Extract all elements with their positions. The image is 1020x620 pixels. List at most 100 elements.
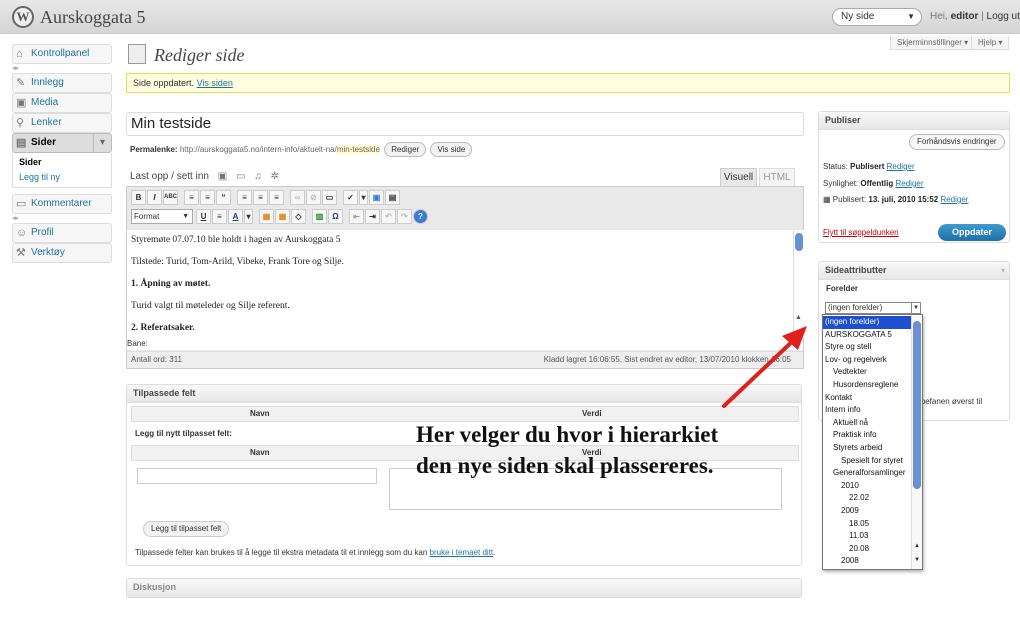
- parent-option[interactable]: Vedtekter: [823, 366, 912, 379]
- blockquote-button[interactable]: “: [216, 190, 231, 205]
- redo-button[interactable]: ↷: [397, 209, 412, 224]
- add-video-icon[interactable]: ▭: [236, 171, 245, 182]
- post-title-input[interactable]: Min testside: [126, 112, 804, 136]
- parent-option[interactable]: 20.08: [823, 543, 912, 556]
- parent-dropdown-list[interactable]: (ingen forelder) AURSKOGGATA 5 Styre og st…: [822, 314, 923, 570]
- align-center-button[interactable]: ≡: [253, 190, 268, 205]
- tab-html[interactable]: HTML: [759, 168, 795, 186]
- sidebar-item-posts[interactable]: ✎ Innlegg: [12, 73, 112, 93]
- sidebar-item-dashboard[interactable]: ⌂ Kontrollpanel: [12, 44, 112, 64]
- outdent-button[interactable]: ⇤: [349, 209, 364, 224]
- insert-media-button[interactable]: ▥: [312, 209, 327, 224]
- chevron-down-icon[interactable]: ▾: [1001, 266, 1005, 275]
- add-audio-icon[interactable]: ♫: [254, 171, 262, 182]
- paste-text-button[interactable]: ▦: [259, 209, 274, 224]
- view-page-link[interactable]: Vis siden: [197, 78, 233, 88]
- underline-button[interactable]: U: [196, 209, 211, 224]
- parent-option[interactable]: AURSKOGGATA 5: [823, 329, 912, 342]
- parent-option[interactable]: (ingen forelder): [823, 316, 912, 329]
- view-page-button[interactable]: Vis side: [430, 142, 473, 157]
- sidebar-item-pages[interactable]: ▤ Sider ▾: [12, 133, 112, 153]
- text-color-dropdown-icon[interactable]: ▾: [244, 209, 253, 224]
- permalink-slug[interactable]: min-testside: [336, 145, 380, 154]
- strikethrough-button[interactable]: ABC: [163, 190, 178, 205]
- align-left-button[interactable]: ≡: [237, 190, 252, 205]
- fullscreen-button[interactable]: ▣: [369, 190, 384, 205]
- chevron-down-icon[interactable]: ▾: [93, 134, 111, 152]
- paste-word-button[interactable]: ▦: [275, 209, 290, 224]
- parent-option[interactable]: Kontakt: [823, 392, 912, 405]
- link-button[interactable]: ∞: [290, 190, 305, 205]
- help-button[interactable]: Hjelp ▾: [971, 36, 1010, 50]
- editor-content[interactable]: Styremøte 07.07.10 ble holdt i hagen av …: [127, 230, 795, 338]
- parent-option[interactable]: Aktuell nå: [823, 417, 912, 430]
- edit-visibility-link[interactable]: Rediger: [896, 179, 924, 188]
- move-to-trash-link[interactable]: Flytt til søppeldunken: [823, 228, 899, 237]
- undo-button[interactable]: ↶: [381, 209, 396, 224]
- sidebar-item-links[interactable]: ⚲ Lenker: [12, 113, 112, 133]
- discussion-box[interactable]: Diskusjon: [126, 578, 802, 598]
- bold-button[interactable]: B: [131, 190, 146, 205]
- help-icon[interactable]: ?: [413, 209, 428, 224]
- sidebar-item-comments[interactable]: ▭ Kommentarer: [12, 194, 112, 214]
- align-right-button[interactable]: ≡: [269, 190, 284, 205]
- numbered-list-button[interactable]: ≡: [200, 190, 215, 205]
- parent-option[interactable]: 22.02: [823, 492, 912, 505]
- tab-visual[interactable]: Visuell: [720, 168, 757, 186]
- kitchen-sink-button[interactable]: ▤: [385, 190, 400, 205]
- scrollbar-thumb[interactable]: [795, 233, 803, 251]
- custom-fields-title[interactable]: Tilpassede felt: [127, 385, 801, 403]
- user-name-link[interactable]: editor: [951, 11, 979, 22]
- site-title[interactable]: Aurskoggata 5: [40, 7, 145, 28]
- scroll-down-icon[interactable]: ▼: [914, 557, 920, 563]
- more-tag-button[interactable]: ▭: [322, 190, 337, 205]
- parent-option[interactable]: Generalforsamlinger: [823, 467, 912, 480]
- wordpress-logo-icon[interactable]: W: [12, 6, 34, 28]
- submenu-item-add-new[interactable]: Legg til ny: [19, 170, 105, 185]
- parent-option[interactable]: 18.05: [823, 518, 912, 531]
- sidebar-item-tools[interactable]: ⚒ Verktøy: [12, 243, 112, 263]
- bullet-list-button[interactable]: ≡: [184, 190, 199, 205]
- remove-format-button[interactable]: ◇: [291, 209, 306, 224]
- theme-link[interactable]: bruke i temaet ditt: [430, 548, 494, 557]
- parent-option[interactable]: Husordensreglene: [823, 379, 912, 392]
- sidebar-item-profile[interactable]: ☺ Profil: [12, 223, 112, 243]
- add-custom-field-button[interactable]: Legg til tilpasset felt: [143, 521, 230, 537]
- unlink-button[interactable]: ⊘: [306, 190, 321, 205]
- parent-option[interactable]: Praktisk info: [823, 429, 912, 442]
- sidebar-item-media[interactable]: ▣ Media: [12, 93, 112, 113]
- edit-status-link[interactable]: Rediger: [887, 162, 915, 171]
- new-page-select[interactable]: Ny side ▼: [832, 8, 922, 26]
- publish-title[interactable]: Publiser: [819, 112, 1009, 130]
- parent-option[interactable]: 2008: [823, 555, 912, 568]
- spellcheck-button[interactable]: ✓: [343, 190, 358, 205]
- update-button[interactable]: Oppdater: [938, 224, 1006, 241]
- edit-date-link[interactable]: Rediger: [940, 195, 968, 204]
- add-media-icon[interactable]: ✲: [270, 171, 278, 182]
- scroll-up-icon[interactable]: ▲: [795, 314, 802, 321]
- parent-option[interactable]: Intern info: [823, 404, 912, 417]
- parent-option[interactable]: Spesielt for styret: [823, 455, 912, 468]
- parent-option[interactable]: Lov- og regelverk: [823, 354, 912, 367]
- justify-button[interactable]: ≡: [212, 209, 227, 224]
- add-image-icon[interactable]: ▣: [218, 171, 227, 182]
- parent-option[interactable]: Styre og stell: [823, 341, 912, 354]
- text-color-button[interactable]: A: [228, 209, 243, 224]
- logout-link[interactable]: Logg ut: [987, 11, 1020, 22]
- parent-select[interactable]: (ingen forelder) ▼: [825, 302, 921, 314]
- special-char-button[interactable]: Ω: [328, 209, 343, 224]
- page-attributes-title[interactable]: Sideattributter: [819, 262, 1009, 280]
- custom-field-name-input[interactable]: [137, 468, 377, 484]
- parent-option[interactable]: 2009: [823, 505, 912, 518]
- scroll-up-icon[interactable]: ▲: [914, 543, 920, 549]
- screen-options-button[interactable]: Skjerminnstillinger ▾: [890, 36, 976, 50]
- dropdown-scrollbar[interactable]: ▲ ▼: [911, 315, 922, 569]
- format-select[interactable]: Format ▼: [131, 209, 193, 224]
- scrollbar-thumb[interactable]: [913, 321, 921, 489]
- edit-permalink-button[interactable]: Rediger: [384, 142, 427, 157]
- submenu-item-pages[interactable]: Sider: [19, 155, 105, 170]
- italic-button[interactable]: I: [147, 190, 162, 205]
- indent-button[interactable]: ⇥: [365, 209, 380, 224]
- editor-scrollbar[interactable]: ▲: [793, 230, 804, 338]
- spellcheck-dropdown-icon[interactable]: ▾: [359, 190, 368, 205]
